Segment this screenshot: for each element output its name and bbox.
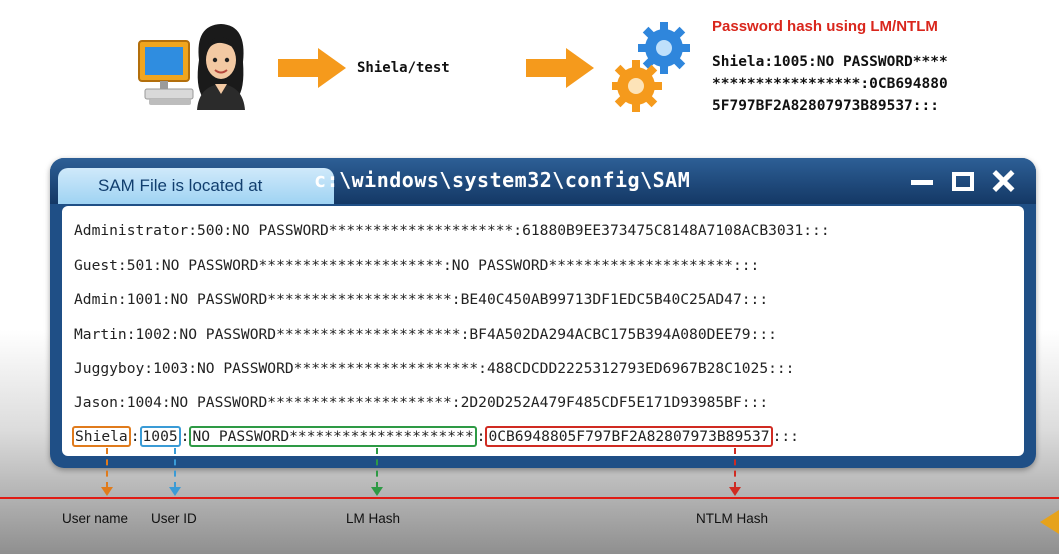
hash-line: 5F797BF2A82807973B89537::: [712, 98, 939, 114]
maximize-icon [951, 172, 974, 191]
sam-row: Administrator:500:NO PASSWORD***********… [74, 222, 830, 239]
user-id-field: 1005 [139, 426, 181, 447]
divider-line [0, 497, 1059, 499]
row-tail: ::: [772, 428, 799, 445]
top-illustration: Shiela/test Password hash using LM/NTLM … [0, 0, 1059, 130]
sam-row: Admin:1001:NO PASSWORD******************… [74, 291, 769, 308]
minimize-button[interactable] [909, 168, 935, 194]
maximize-button[interactable] [950, 168, 976, 194]
window-titlebar[interactable]: SAM File is located at c:\windows\system… [50, 158, 1036, 204]
arrow-down-icon [371, 487, 383, 496]
ntlm-hash-field: 0CB6948805F797BF2A82807973B89537 [485, 426, 773, 447]
user-name-pointer [106, 448, 108, 488]
sam-row: Juggyboy:1003:NO PASSWORD***************… [74, 360, 795, 377]
user-id-pointer [174, 448, 176, 488]
hash-title: Password hash using LM/NTLM [712, 18, 938, 35]
arrow-down-icon [169, 487, 181, 496]
separator: : [130, 428, 140, 445]
right-arrow-icon [278, 48, 346, 88]
window-tab: SAM File is located at [58, 168, 334, 204]
separator: : [476, 428, 486, 445]
sam-row-highlighted: Shiela:1005: NO PASSWORD*****************… [72, 426, 799, 447]
sam-row: Martin:1002:NO PASSWORD*****************… [74, 326, 777, 343]
hash-line: Shiela:1005:NO PASSWORD**** [712, 54, 948, 70]
next-arrow-icon[interactable] [1040, 510, 1059, 534]
separator: : [180, 428, 190, 445]
tab-label: SAM File is located at [98, 176, 263, 195]
hash-output: Shiela:1005:NO PASSWORD**** ************… [712, 51, 948, 117]
sam-row: Guest:501:NO PASSWORD*******************… [74, 257, 760, 274]
credentials-text: Shiela/test [357, 60, 450, 76]
sam-file-window: SAM File is located at c:\windows\system… [50, 158, 1036, 468]
user-name-field: Shiela [72, 426, 131, 447]
sam-path: c:\windows\system32\config\SAM [314, 168, 691, 192]
lm-hash-label: LM Hash [346, 511, 401, 526]
close-button[interactable] [990, 168, 1016, 194]
woman-avatar [197, 24, 245, 110]
arrow-down-icon [729, 487, 741, 496]
window-controls [899, 168, 1016, 194]
lm-hash-pointer [376, 448, 378, 488]
ntlm-hash-pointer [734, 448, 736, 488]
minimize-icon [911, 180, 934, 185]
ntlm-hash-label: NTLM Hash [696, 511, 769, 526]
arrow-down-icon [101, 487, 113, 496]
hash-line: *****************:0CB694880 [712, 76, 948, 92]
gears-icon [612, 22, 690, 112]
right-arrow-icon [526, 48, 594, 88]
sam-content: Administrator:500:NO PASSWORD***********… [62, 206, 1024, 456]
user-id-label: User ID [151, 511, 197, 526]
user-name-label: User name [62, 511, 129, 526]
lm-hash-field: NO PASSWORD********************* [189, 426, 477, 447]
sam-row: Jason:1004:NO PASSWORD******************… [74, 394, 769, 411]
